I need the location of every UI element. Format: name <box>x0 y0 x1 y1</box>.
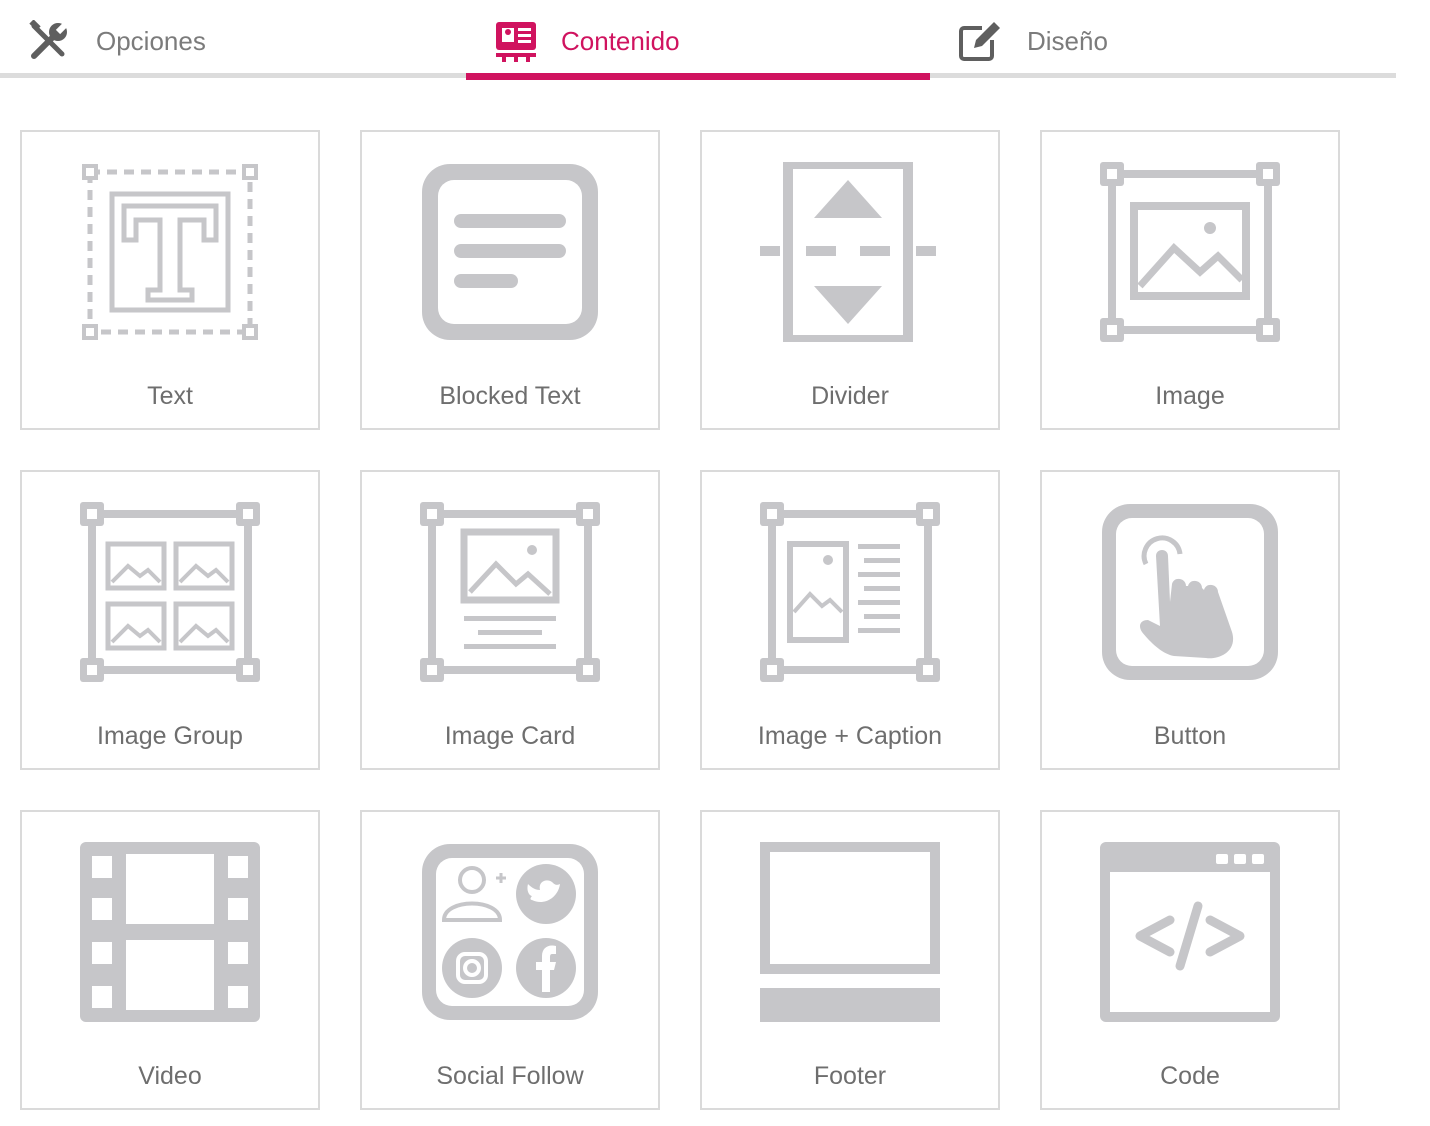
block-button[interactable]: Button <box>1040 470 1340 770</box>
block-label: Video <box>138 1062 202 1090</box>
block-code[interactable]: Code <box>1040 810 1340 1110</box>
tab-bar: Opciones Contenido Diseño <box>0 0 1396 80</box>
image-group-icon <box>80 502 260 682</box>
tools-icon <box>29 20 71 59</box>
tab-opciones-label: Opciones <box>96 26 206 56</box>
block-social-follow[interactable]: Social Follow <box>360 810 660 1110</box>
block-label: Image <box>1155 382 1225 410</box>
block-label: Text <box>147 382 193 410</box>
block-video[interactable]: Video <box>20 810 320 1110</box>
button-icon <box>1102 504 1278 680</box>
block-label: Code <box>1160 1062 1220 1090</box>
block-divider[interactable]: Divider <box>700 130 1000 430</box>
content-card-icon <box>496 22 536 62</box>
video-icon <box>80 842 260 1022</box>
block-label: Button <box>1153 722 1227 750</box>
block-image-card[interactable]: Image Card <box>360 470 660 770</box>
block-text[interactable]: Text <box>20 130 320 430</box>
tab-contenido[interactable]: Contenido <box>466 0 930 80</box>
image-icon <box>1100 162 1280 342</box>
block-image[interactable]: Image <box>1040 130 1340 430</box>
block-blocked-text[interactable]: Blocked Text <box>360 130 660 430</box>
block-image-caption[interactable]: Image + Caption <box>700 470 1000 770</box>
block-footer[interactable]: Footer <box>700 810 1000 1110</box>
block-label: Social Follow <box>436 1062 584 1090</box>
block-label: Divider <box>811 382 889 410</box>
block-label: Footer <box>813 1062 887 1090</box>
divider-icon <box>760 162 936 342</box>
block-label: Image + Caption <box>757 722 943 750</box>
edit-icon <box>959 22 1000 61</box>
image-caption-icon <box>760 502 940 682</box>
tab-diseno-label: Diseño <box>1027 26 1108 56</box>
block-label: Blocked Text <box>439 382 581 410</box>
image-card-icon <box>420 502 600 682</box>
block-image-group[interactable]: Image Group <box>20 470 320 770</box>
tab-diseno[interactable]: Diseño <box>930 0 1396 80</box>
blocked-text-icon <box>422 164 598 340</box>
tab-contenido-label: Contenido <box>561 26 680 56</box>
tab-opciones[interactable]: Opciones <box>0 0 466 80</box>
social-follow-icon <box>422 844 598 1020</box>
code-icon <box>1100 842 1280 1022</box>
footer-icon <box>760 842 940 1022</box>
block-label: Image Group <box>97 722 243 750</box>
text-icon <box>82 164 258 340</box>
active-tab-indicator <box>466 73 930 80</box>
block-label: Image Card <box>444 722 576 750</box>
